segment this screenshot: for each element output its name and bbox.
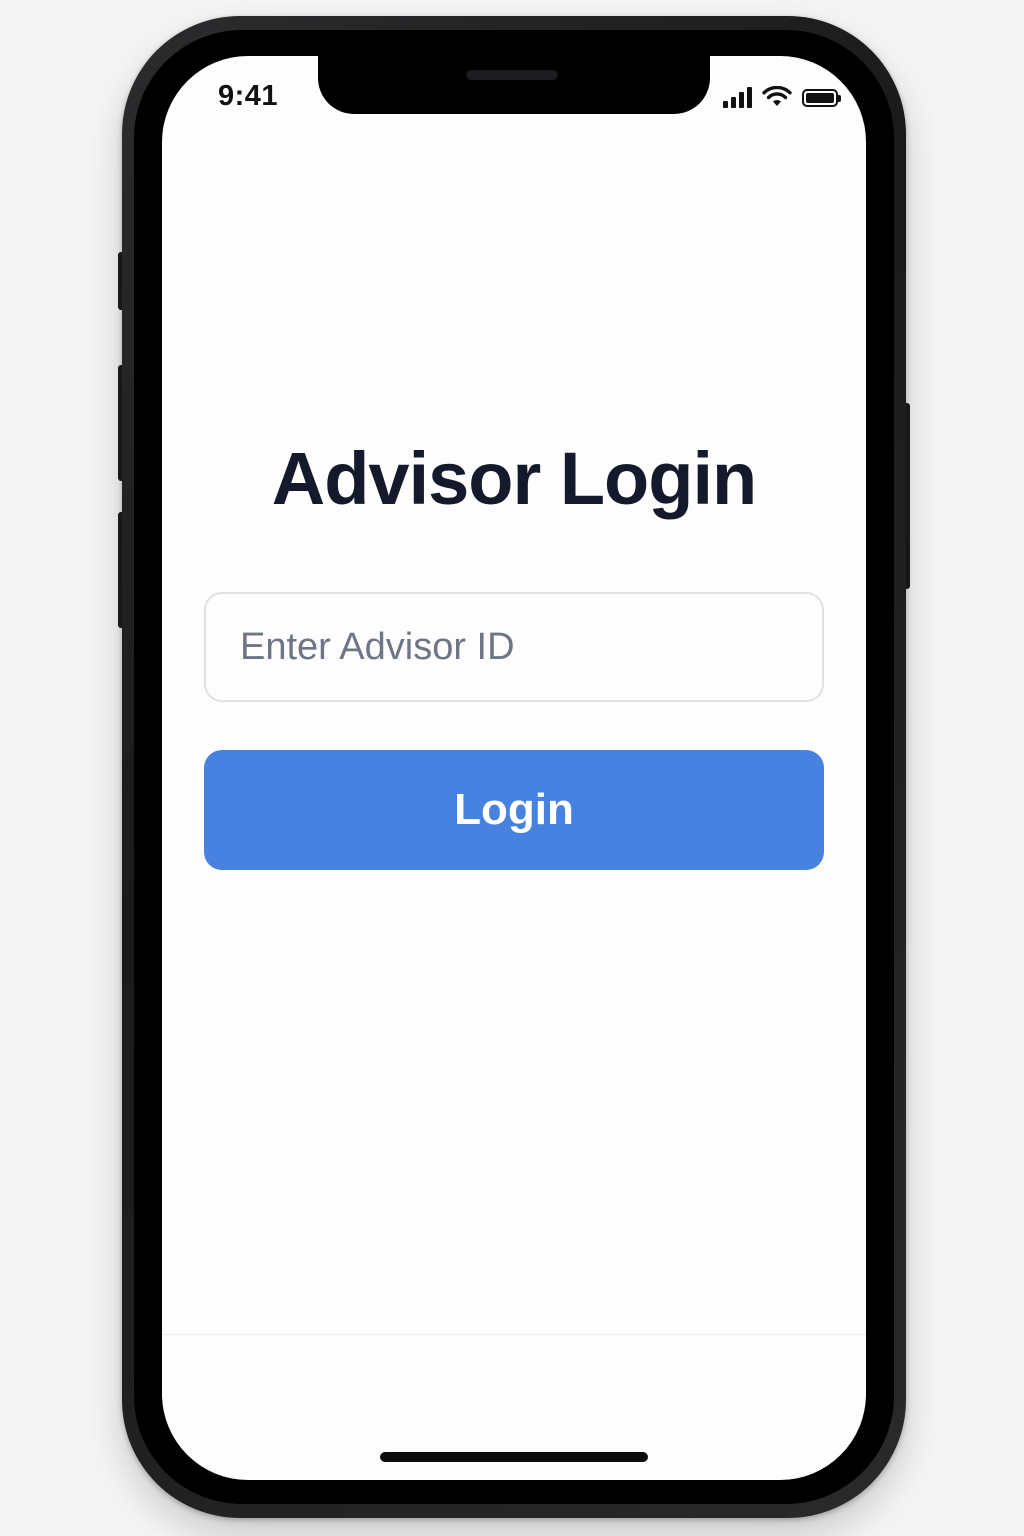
status-time: 9:41 (218, 80, 279, 112)
page-title: Advisor Login (271, 437, 757, 520)
cellular-signal-icon (723, 86, 752, 108)
notch (318, 56, 710, 114)
login-button[interactable]: Login (204, 750, 824, 870)
earpiece-speaker (466, 70, 558, 80)
battery-full-icon (802, 89, 841, 107)
home-indicator[interactable] (380, 1452, 648, 1462)
device-scene: 9:41 Advisor Login Login (0, 0, 1024, 1536)
status-icons (723, 86, 841, 108)
wifi-icon (762, 86, 792, 106)
bottom-divider (162, 1334, 866, 1335)
phone-screen: 9:41 Advisor Login Login (162, 56, 866, 1480)
advisor-id-input[interactable] (204, 592, 824, 702)
